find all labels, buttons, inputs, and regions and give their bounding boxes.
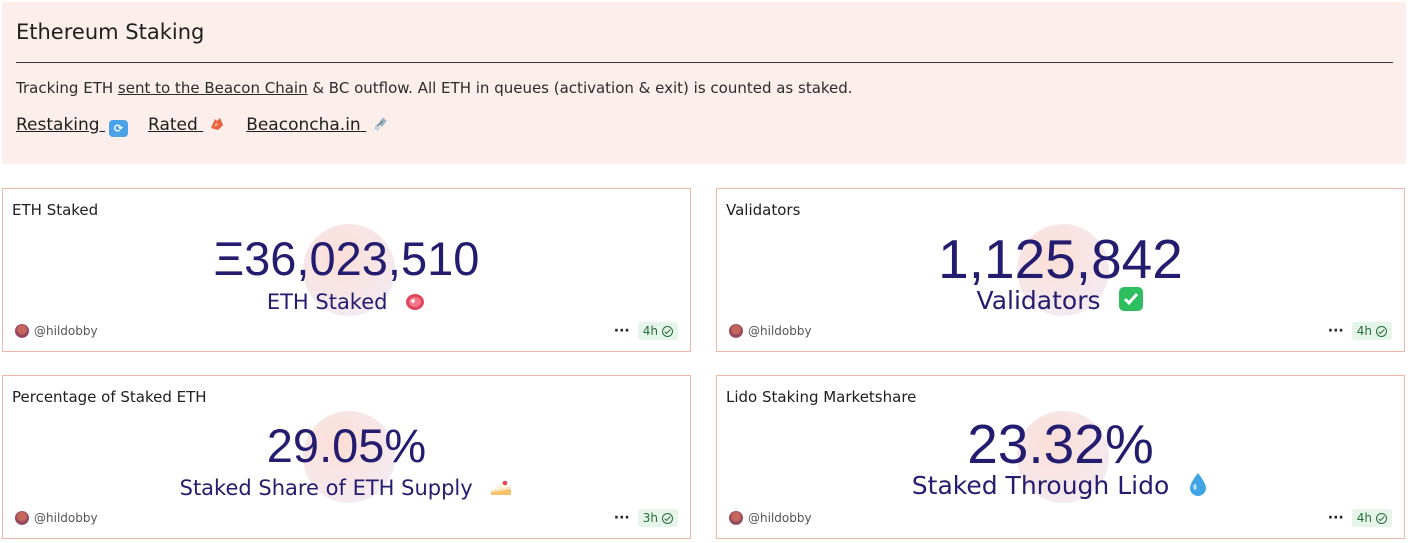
freshness-badge: 4h	[637, 322, 678, 340]
lido-marketshare-card[interactable]: Lido Staking Marketshare 23.32% Staked T…	[716, 375, 1405, 539]
card-value: Ξ36,023,510	[213, 232, 480, 285]
author-credit[interactable]: @hildobby	[15, 511, 98, 525]
external-links: Restaking ⟳ Rated Beaconcha.in	[16, 115, 389, 137]
card-subtitle: Staked Through Lido	[717, 471, 1404, 503]
author-credit[interactable]: @hildobby	[729, 324, 812, 338]
more-options-icon[interactable]: ···	[614, 324, 630, 338]
card-value: 1,125,842	[938, 228, 1183, 290]
satellite-emoji-icon	[370, 116, 389, 133]
beaconchain-link-label: Beaconcha.in	[246, 115, 361, 135]
check-circle-icon	[662, 325, 673, 337]
rated-link[interactable]: Rated	[148, 115, 226, 137]
more-options-icon[interactable]: ···	[1328, 511, 1344, 525]
freshness-age: 4h	[1356, 324, 1372, 338]
author-avatar	[729, 324, 743, 338]
meat-emoji-icon	[207, 116, 226, 133]
card-meta: ··· 4h	[1328, 322, 1392, 340]
check-circle-icon	[662, 512, 673, 524]
author-handle: @hildobby	[748, 324, 812, 338]
description-prefix: Tracking ETH	[16, 79, 118, 97]
card-title: Lido Staking Marketshare	[726, 388, 917, 406]
description-suffix: & BC outflow. All ETH in queues (activat…	[307, 79, 853, 97]
card-subtitle-text: ETH Staked	[266, 290, 388, 314]
restaking-link[interactable]: Restaking ⟳	[16, 115, 128, 137]
more-options-icon[interactable]: ···	[614, 511, 630, 525]
page-title: Ethereum Staking	[16, 20, 205, 44]
card-title: ETH Staked	[12, 201, 99, 219]
dashboard-header: Ethereum Staking Tracking ETH sent to th…	[2, 2, 1406, 164]
card-subtitle: Validators	[717, 286, 1404, 318]
check-mark-button-icon	[1118, 286, 1144, 318]
card-subtitle-text: Staked Share of ETH Supply	[179, 476, 473, 500]
author-handle: @hildobby	[34, 511, 98, 525]
author-avatar	[15, 511, 29, 525]
freshness-badge: 4h	[1351, 509, 1392, 527]
freshness-badge: 3h	[637, 509, 678, 527]
author-credit[interactable]: @hildobby	[729, 511, 812, 525]
freshness-age: 3h	[642, 511, 658, 525]
restaking-link-label: Restaking	[16, 115, 100, 135]
repeat-emoji-icon: ⟳	[109, 120, 128, 137]
author-avatar	[15, 324, 29, 338]
author-credit[interactable]: @hildobby	[15, 324, 98, 338]
beaconchain-link[interactable]: Beaconcha.in	[246, 115, 389, 137]
percentage-staked-card[interactable]: Percentage of Staked ETH 29.05% Staked S…	[2, 375, 691, 539]
card-subtitle: ETH Staked	[3, 290, 690, 317]
cut-of-meat-icon	[404, 292, 426, 317]
card-title: Percentage of Staked ETH	[12, 388, 207, 406]
author-avatar	[729, 511, 743, 525]
droplet-icon	[1187, 471, 1209, 503]
validators-card[interactable]: Validators 1,125,842 Validators @hildobb…	[716, 188, 1405, 352]
beacon-chain-link[interactable]: sent to the Beacon Chain	[118, 79, 308, 97]
more-options-icon[interactable]: ···	[1328, 324, 1344, 338]
author-handle: @hildobby	[34, 324, 98, 338]
card-subtitle-text: Validators	[976, 286, 1101, 315]
card-meta: ··· 4h	[1328, 509, 1392, 527]
freshness-badge: 4h	[1351, 322, 1392, 340]
card-subtitle-text: Staked Through Lido	[911, 471, 1170, 500]
card-subtitle: Staked Share of ETH Supply	[3, 476, 690, 503]
card-value: 23.32%	[967, 413, 1154, 475]
card-value: 29.05%	[266, 419, 427, 472]
card-meta: ··· 4h	[614, 322, 678, 340]
author-handle: @hildobby	[748, 511, 812, 525]
freshness-age: 4h	[642, 324, 658, 338]
shortcake-icon	[489, 478, 513, 503]
check-circle-icon	[1376, 512, 1387, 524]
freshness-age: 4h	[1356, 511, 1372, 525]
header-description: Tracking ETH sent to the Beacon Chain & …	[16, 79, 853, 97]
rated-link-label: Rated	[148, 115, 198, 135]
card-title: Validators	[726, 201, 801, 219]
eth-staked-card[interactable]: ETH Staked Ξ36,023,510 ETH Staked @hildo…	[2, 188, 691, 352]
check-circle-icon	[1376, 325, 1387, 337]
header-divider	[16, 62, 1393, 63]
card-meta: ··· 3h	[614, 509, 678, 527]
